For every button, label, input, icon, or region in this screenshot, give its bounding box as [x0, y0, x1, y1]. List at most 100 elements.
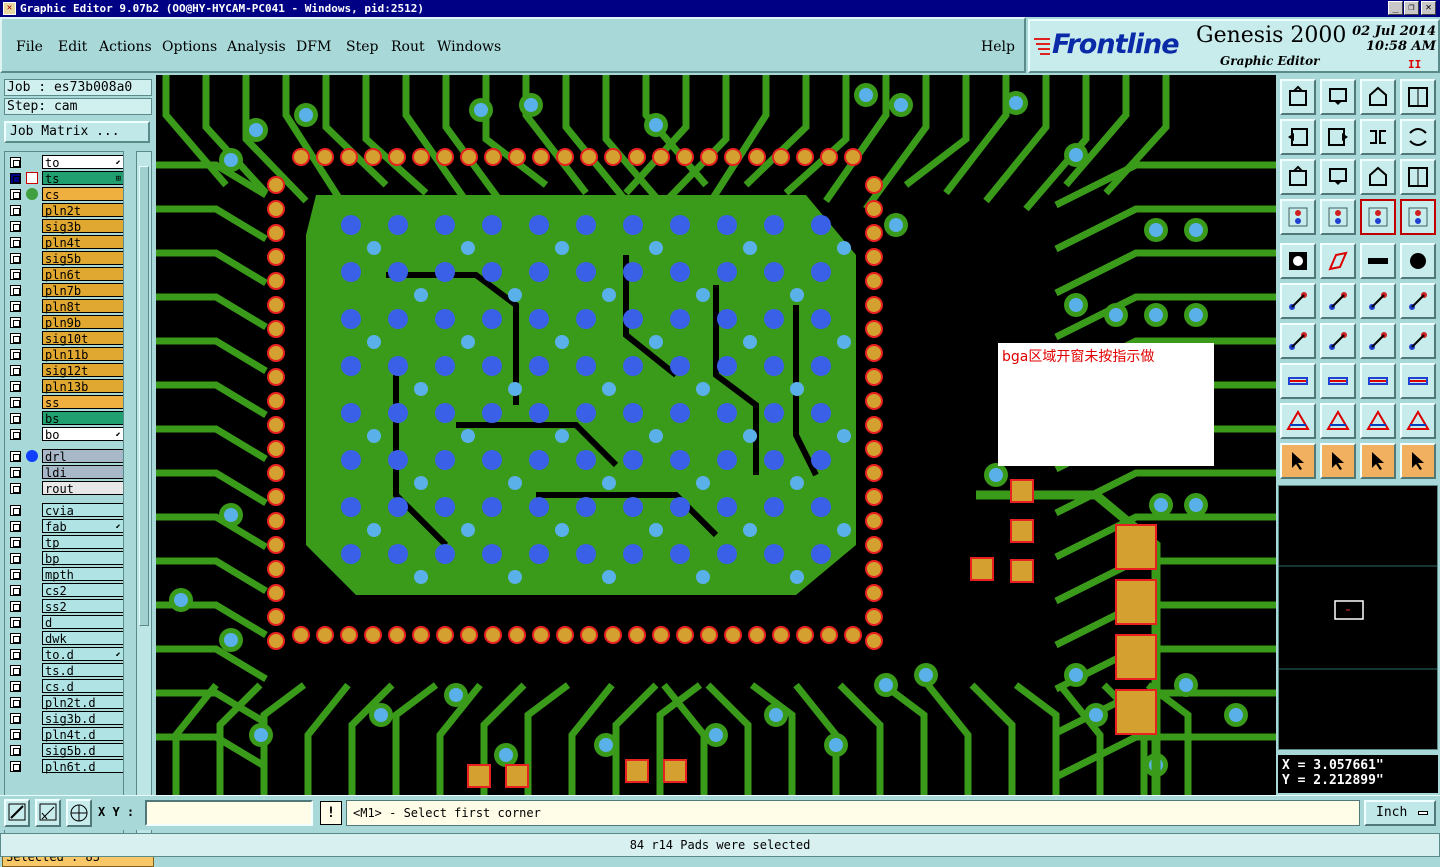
redraw-button[interactable] — [1400, 119, 1436, 155]
layer-name[interactable]: bs — [42, 411, 123, 426]
layer-name[interactable]: pln2t.d — [42, 695, 123, 710]
layer-name[interactable]: ts ⊞ — [42, 171, 123, 186]
alert-icon[interactable]: ! — [320, 801, 342, 825]
menu-options[interactable]: Options — [162, 39, 217, 55]
layer-row-fab[interactable]: fab ⬋ — [5, 518, 123, 534]
layer-checkbox[interactable] — [10, 429, 21, 440]
zoom-area-button[interactable] — [4, 799, 30, 827]
cross-button[interactable] — [1320, 283, 1356, 319]
layer-checkbox[interactable] — [10, 269, 21, 280]
layer-row-cvia[interactable]: cvia — [5, 502, 123, 518]
layer-checkbox[interactable] — [10, 505, 21, 516]
layer-name[interactable]: ss — [42, 395, 123, 410]
minimize-button[interactable]: _ — [1388, 1, 1403, 15]
layer-checkbox[interactable] — [10, 173, 21, 184]
layer-row-sig5b[interactable]: sig5b — [5, 250, 123, 266]
select-multi-button[interactable] — [1360, 443, 1396, 479]
layer-name[interactable]: cs2 — [42, 583, 123, 598]
zoom-home-2-button[interactable] — [1360, 79, 1396, 115]
move-button[interactable] — [1280, 283, 1316, 319]
layer-name[interactable]: fab ⬋ — [42, 519, 123, 534]
pad-select-button[interactable] — [1280, 363, 1316, 399]
layer-name[interactable]: tp — [42, 535, 123, 550]
layer-row-sig3b-d[interactable]: sig3b.d — [5, 710, 123, 726]
layer-name[interactable]: to.d ⬋ — [42, 647, 123, 662]
layer-row-sig12t[interactable]: sig12t — [5, 362, 123, 378]
triangle-button[interactable] — [1280, 403, 1316, 439]
layer-name[interactable]: bo ⬋ — [42, 427, 123, 442]
layer-name[interactable]: pln8t — [42, 299, 123, 314]
layer-checkbox[interactable] — [10, 553, 21, 564]
layer-name[interactable]: sig5b — [42, 251, 123, 266]
window-button[interactable] — [1400, 79, 1436, 115]
layer-checkbox[interactable] — [10, 237, 21, 248]
menu-actions[interactable]: Actions — [99, 39, 152, 55]
layer-row-mpth[interactable]: mpth — [5, 566, 123, 582]
layer-row-pln13b[interactable]: pln13b — [5, 378, 123, 394]
layer-row-drl[interactable]: drl — [5, 448, 123, 464]
layer-checkbox[interactable] — [10, 681, 21, 692]
layer-checkbox[interactable] — [10, 221, 21, 232]
layer-name[interactable]: pln11b — [42, 347, 123, 362]
minus-button[interactable] — [1320, 363, 1356, 399]
text-button[interactable] — [1400, 323, 1436, 359]
layer-name[interactable]: to ⬋ — [42, 155, 123, 170]
snap-button[interactable] — [1360, 199, 1396, 235]
layer-checkbox[interactable] — [10, 649, 21, 660]
layer-checkbox[interactable] — [10, 451, 21, 462]
select-box-button[interactable] — [1320, 443, 1356, 479]
layer-row-pln2t-d[interactable]: pln2t.d — [5, 694, 123, 710]
measure-button[interactable] — [35, 799, 61, 827]
layer-name[interactable]: ldi — [42, 465, 123, 480]
layer-checkbox[interactable] — [10, 745, 21, 756]
layer-row-sig10t[interactable]: sig10t — [5, 330, 123, 346]
layer-name[interactable]: pln13b — [42, 379, 123, 394]
layer-row-pln4t[interactable]: pln4t — [5, 234, 123, 250]
layer-name[interactable]: sig3b.d — [42, 711, 123, 726]
zoom-in-button[interactable] — [1280, 159, 1316, 195]
layer-checkbox[interactable] — [10, 317, 21, 328]
layer-name[interactable]: drl — [42, 449, 123, 464]
close-button[interactable]: ✕ — [1421, 1, 1436, 15]
layer-checkbox[interactable] — [10, 253, 21, 264]
feature-button[interactable] — [1280, 243, 1316, 279]
menu-rout[interactable]: Rout — [391, 39, 425, 55]
mirror-button[interactable] — [1360, 119, 1396, 155]
layer-row-ts-d[interactable]: ts.d — [5, 662, 123, 678]
layer-name[interactable]: pln2t — [42, 203, 123, 218]
layer-checkbox[interactable] — [10, 381, 21, 392]
triangle-4-button[interactable] — [1400, 403, 1436, 439]
select-arrow-button[interactable] — [1280, 443, 1316, 479]
layer-scrollbar[interactable] — [136, 151, 152, 845]
layer-checkbox[interactable] — [10, 585, 21, 596]
layer-checkbox[interactable] — [10, 397, 21, 408]
layer-row-d[interactable]: d — [5, 614, 123, 630]
layer-checkbox[interactable] — [10, 713, 21, 724]
layer-checkbox[interactable] — [10, 569, 21, 580]
line-2-button[interactable] — [1400, 283, 1436, 319]
group-button[interactable] — [1400, 363, 1436, 399]
layer-row-pln6t[interactable]: pln6t — [5, 266, 123, 282]
layer-row-pln4t-d[interactable]: pln4t.d — [5, 726, 123, 742]
fit-button[interactable] — [1360, 363, 1396, 399]
snap-2-button[interactable] — [1400, 199, 1436, 235]
pad-button[interactable] — [1400, 243, 1436, 279]
arc-button[interactable] — [1360, 323, 1396, 359]
layer-row-pln11b[interactable]: pln11b — [5, 346, 123, 362]
layer-checkbox[interactable] — [10, 761, 21, 772]
layer-row-tp[interactable]: tp — [5, 534, 123, 550]
menu-dfm[interactable]: DFM — [296, 39, 331, 55]
outline-button[interactable] — [1320, 243, 1356, 279]
maximize-button[interactable]: ❐ — [1404, 1, 1419, 15]
layer-checkbox[interactable] — [10, 157, 21, 168]
layer-checkbox[interactable] — [10, 285, 21, 296]
grid-button[interactable] — [1320, 199, 1356, 235]
menu-help[interactable]: Help — [981, 39, 1015, 55]
layer-row-sig3b[interactable]: sig3b — [5, 218, 123, 234]
layer-name[interactable]: bp — [42, 551, 123, 566]
layer-row-pln8t[interactable]: pln8t — [5, 298, 123, 314]
layer-row-ldi[interactable]: ldi — [5, 464, 123, 480]
layer-row-bp[interactable]: bp — [5, 550, 123, 566]
layer-row-dwk[interactable]: dwk — [5, 630, 123, 646]
layer-row-bs[interactable]: bs — [5, 410, 123, 426]
